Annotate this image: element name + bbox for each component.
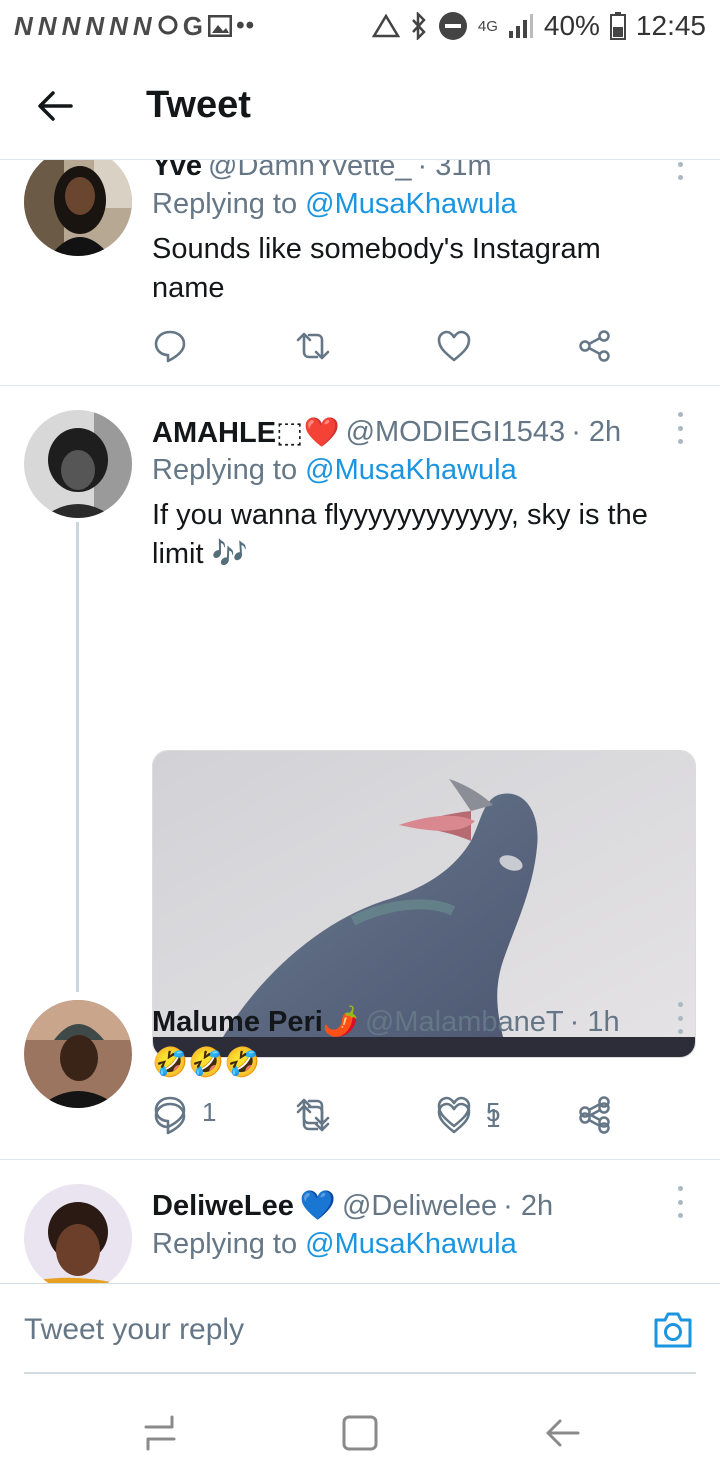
reply-icon bbox=[154, 330, 186, 363]
avatar[interactable] bbox=[24, 160, 132, 256]
camera-icon[interactable] bbox=[652, 1310, 694, 1350]
tweet-text: Sounds like somebody's Instagram name bbox=[152, 233, 601, 304]
tweet-content: AMAHLE⬚❤️ @MODIEGI1543 · 2h Replying to … bbox=[152, 412, 680, 574]
page-title: Tweet bbox=[146, 84, 251, 126]
author-name[interactable]: Malume Peri🌶️ bbox=[152, 1005, 359, 1039]
back-button[interactable] bbox=[0, 52, 110, 160]
more-notifications-icon: •• bbox=[235, 12, 255, 39]
mention-link[interactable]: @MusaKhawula bbox=[305, 188, 517, 220]
image-icon bbox=[207, 15, 232, 37]
author-name[interactable]: Yve bbox=[152, 160, 202, 183]
google-icon: G bbox=[182, 10, 204, 41]
tweet-content: Yve @DamnYvette_ · 31m Replying to @Musa… bbox=[152, 160, 680, 308]
tweet[interactable]: Yve @DamnYvette_ · 31m Replying to @Musa… bbox=[0, 160, 720, 385]
back-arrow-icon bbox=[38, 90, 73, 121]
tweet-text: If you wanna flyyyyyyyyyyyy, sky is the … bbox=[152, 499, 648, 570]
author-handle[interactable]: @DamnYvette_ bbox=[208, 160, 412, 183]
battery-percent: 40% bbox=[543, 10, 600, 41]
back-nav-button[interactable] bbox=[542, 1413, 582, 1453]
tweet-actions bbox=[152, 326, 622, 366]
app-header: Tweet bbox=[0, 52, 720, 160]
retweet-button[interactable] bbox=[294, 326, 332, 366]
avatar[interactable] bbox=[24, 410, 132, 518]
author-name[interactable]: AMAHLE⬚❤️ bbox=[152, 415, 340, 450]
dnd-icon bbox=[438, 12, 467, 40]
avatar[interactable] bbox=[24, 1184, 132, 1283]
like-count: 1 bbox=[486, 1102, 501, 1133]
tweet[interactable]: DeliweLee 💙 @Deliwelee · 2h Replying to … bbox=[0, 1160, 720, 1283]
replying-to: Replying to @MusaKhawula bbox=[152, 454, 680, 494]
replying-to-label: Replying to bbox=[152, 454, 298, 486]
system-icons: 4G 40% 12:45 bbox=[371, 10, 706, 42]
tweet-time: · 1h bbox=[569, 1005, 620, 1038]
tweet-menu-button[interactable] bbox=[674, 160, 686, 180]
notification-icon: N bbox=[132, 10, 153, 41]
like-button[interactable] bbox=[436, 326, 486, 366]
notification-icon: N bbox=[85, 10, 106, 41]
replying-to-label: Replying to bbox=[152, 188, 298, 220]
reply-button[interactable] bbox=[152, 1098, 202, 1138]
bluetooth-icon bbox=[411, 12, 426, 40]
tweet-content: DeliweLee 💙 @Deliwelee · 2h Replying to … bbox=[152, 1186, 680, 1268]
share-icon bbox=[579, 1102, 610, 1134]
reply-input[interactable]: Tweet your reply bbox=[24, 1284, 604, 1376]
reply-feed[interactable]: Yve @DamnYvette_ · 31m Replying to @Musa… bbox=[0, 160, 720, 1283]
system-nav-bar bbox=[0, 1375, 720, 1480]
tweet-time: · 31m bbox=[417, 160, 492, 182]
recycle-icon bbox=[371, 14, 400, 38]
retweet-button[interactable] bbox=[294, 1098, 332, 1138]
network-type: 4G bbox=[477, 17, 498, 35]
retweet-icon bbox=[296, 1104, 330, 1132]
replying-to-label: Replying to bbox=[152, 1228, 298, 1260]
author-handle[interactable]: @Deliwelee bbox=[342, 1190, 497, 1223]
tweet-time: · 2h bbox=[571, 415, 622, 448]
status-bar: N N N N N N G •• 4G 40% 12:45 bbox=[0, 0, 720, 52]
tweet-content: Malume Peri🌶️ @MalambaneT · 1h 🤣🤣🤣 bbox=[152, 1002, 680, 1083]
replying-to: Replying to @MusaKhawula bbox=[152, 1228, 680, 1268]
replying-to: Replying to @MusaKhawula bbox=[152, 188, 680, 228]
tweet-time: · 2h bbox=[503, 1189, 554, 1222]
tweet-menu-button[interactable] bbox=[674, 1002, 686, 1034]
battery-icon bbox=[609, 12, 626, 40]
tweet[interactable]: Malume Peri🌶️ @MalambaneT · 1h 🤣🤣🤣 1 bbox=[0, 976, 720, 1158]
notification-icon: N bbox=[61, 10, 82, 41]
chat-icon bbox=[158, 15, 178, 35]
recent-apps-button[interactable] bbox=[140, 1413, 180, 1453]
tweet-header: DeliweLee 💙 @Deliwelee · 2h bbox=[152, 1186, 680, 1226]
tweet[interactable]: AMAHLE⬚❤️ @MODIEGI1543 · 2h Replying to … bbox=[0, 386, 720, 1129]
reply-icon bbox=[154, 1102, 186, 1135]
tweet-menu-button[interactable] bbox=[674, 412, 686, 444]
tweet-text: 🤣🤣🤣 bbox=[152, 1047, 261, 1079]
notification-icon: N bbox=[14, 10, 34, 41]
tweet-actions: 1 bbox=[152, 1098, 622, 1138]
share-button[interactable] bbox=[578, 1098, 612, 1138]
reply-button[interactable] bbox=[152, 326, 202, 366]
notification-icon: N bbox=[109, 10, 129, 41]
notification-icons: N N N N N N G •• bbox=[14, 11, 255, 42]
notification-icon: N bbox=[37, 10, 58, 41]
avatar[interactable] bbox=[24, 1000, 132, 1108]
clock: 12:45 bbox=[635, 10, 706, 41]
author-handle[interactable]: @MODIEGI1543 bbox=[346, 416, 566, 449]
mention-link[interactable]: @MusaKhawula bbox=[305, 1228, 517, 1260]
heart-icon bbox=[437, 1102, 471, 1134]
heart-icon bbox=[437, 330, 471, 362]
share-icon bbox=[579, 330, 610, 362]
tweet-header: AMAHLE⬚❤️ @MODIEGI1543 · 2h bbox=[152, 412, 680, 452]
author-handle[interactable]: @MalambaneT bbox=[365, 1006, 564, 1039]
mention-link[interactable]: @MusaKhawula bbox=[305, 454, 517, 486]
share-button[interactable] bbox=[578, 326, 612, 366]
retweet-icon bbox=[296, 332, 330, 360]
reply-composer: Tweet your reply bbox=[0, 1283, 720, 1375]
like-button[interactable]: 1 bbox=[436, 1098, 500, 1138]
tweet-header: Yve @DamnYvette_ · 31m bbox=[152, 160, 680, 186]
reply-input-underline bbox=[24, 1372, 696, 1374]
tweet-header: Malume Peri🌶️ @MalambaneT · 1h bbox=[152, 1002, 680, 1042]
tweet-menu-button[interactable] bbox=[674, 1186, 686, 1218]
author-name[interactable]: DeliweLee bbox=[152, 1190, 294, 1223]
verified-heart-badge: 💙 bbox=[299, 1190, 336, 1222]
home-button[interactable] bbox=[340, 1413, 380, 1453]
signal-icon bbox=[508, 14, 533, 38]
